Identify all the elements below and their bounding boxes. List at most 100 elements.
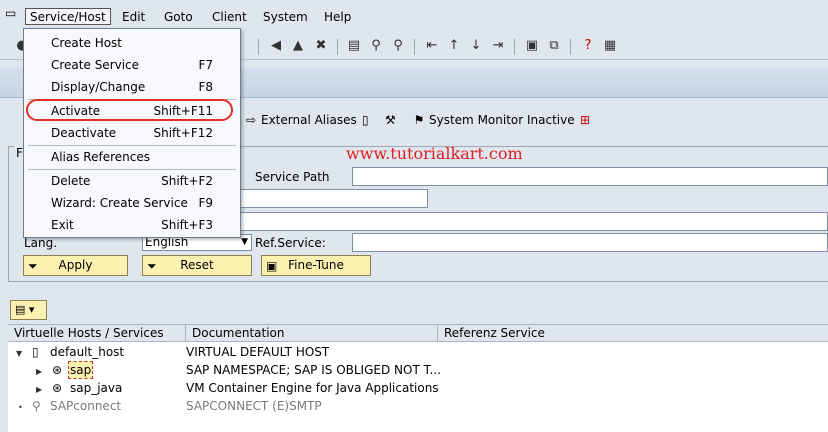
- filter-field-2[interactable]: [240, 189, 428, 208]
- menu-item-create-host[interactable]: Create Host: [24, 33, 240, 53]
- menu-item-label: Create Service: [51, 58, 140, 72]
- apply-label: Apply: [58, 258, 93, 272]
- menu-client[interactable]: Client: [210, 9, 249, 26]
- toolbar-separator: [337, 39, 338, 55]
- system-monitor-label: System Monitor Inactive: [429, 113, 575, 127]
- menu-service-host[interactable]: Service/Host: [25, 8, 111, 25]
- back-icon[interactable]: ◀: [268, 38, 284, 54]
- menu-system[interactable]: System: [261, 9, 310, 26]
- print-layout-icon: ▤ ▾: [15, 303, 35, 316]
- filter-field-3[interactable]: [240, 212, 828, 231]
- toolbar-separator: [258, 39, 259, 55]
- menu-item-display-change[interactable]: Display/Change F8: [24, 77, 240, 97]
- menu-item-label: Create Host: [51, 36, 123, 50]
- service-host-dropdown: Create Host Create Service F7 Display/Ch…: [23, 28, 241, 238]
- service-path-field[interactable]: [352, 167, 828, 186]
- menu-help[interactable]: Help: [322, 9, 353, 26]
- menu-item-shortcut: F7: [198, 58, 213, 72]
- host-name: default_host: [50, 345, 125, 359]
- ref-service-label: Ref.Service:: [255, 236, 326, 250]
- menu-item-shortcut: Shift+F3: [161, 218, 213, 232]
- tree-row[interactable]: ▶ ⊛ sap_java VM Container Engine for Jav…: [8, 379, 828, 397]
- apply-button[interactable]: ⏷ Apply: [23, 255, 128, 276]
- menu-edit[interactable]: Edit: [120, 9, 147, 26]
- host-doc: SAPCONNECT (E)SMTP: [186, 399, 322, 413]
- print-icon[interactable]: ▤: [346, 38, 362, 54]
- menu-item-delete[interactable]: Delete Shift+F2: [24, 171, 240, 191]
- system-monitor-button[interactable]: ⚑ System Monitor Inactive: [411, 111, 575, 129]
- menu-item-label: Delete: [51, 174, 91, 188]
- expand-icon[interactable]: ▶: [36, 379, 42, 397]
- service-doc: VM Container Engine for Java Application…: [186, 381, 439, 395]
- hierarchy-icon[interactable]: ⊞: [580, 111, 590, 129]
- sapconnect-icon: ⚲: [32, 399, 41, 413]
- fine-tune-label: Fine-Tune: [288, 258, 344, 272]
- layout-icon[interactable]: ▦: [602, 38, 618, 54]
- service-icon: ⊛: [52, 381, 63, 395]
- menu-separator: [28, 145, 236, 146]
- toolbar-separator: [414, 39, 415, 55]
- menu-item-wizard-create-service[interactable]: Wizard: Create Service F9: [24, 193, 240, 213]
- tree-row[interactable]: • ⚲ SAPconnect SAPCONNECT (E)SMTP: [8, 397, 828, 415]
- menu-item-exit[interactable]: Exit Shift+F3: [24, 215, 240, 235]
- column-header-hosts[interactable]: Virtuelle Hosts / Services: [8, 325, 186, 342]
- last-page-icon[interactable]: ⇥: [490, 38, 506, 54]
- find-next-icon[interactable]: ⚲: [390, 38, 406, 54]
- service-name-selected: sap: [68, 361, 94, 379]
- cancel-icon[interactable]: ✖: [313, 38, 329, 54]
- menu-item-label: Display/Change: [51, 80, 146, 94]
- toolbar-separator: [514, 39, 515, 55]
- next-page-icon[interactable]: ↓: [468, 38, 484, 54]
- first-page-icon[interactable]: ⇤: [424, 38, 440, 54]
- find-icon[interactable]: ⚲: [368, 38, 384, 54]
- document-icon[interactable]: ▯: [362, 111, 369, 129]
- reset-label: Reset: [180, 258, 214, 272]
- exit-icon[interactable]: ▲: [290, 38, 306, 54]
- external-aliases-label: External Aliases: [261, 113, 357, 127]
- menu-goto[interactable]: Goto: [162, 9, 195, 26]
- new-session-icon[interactable]: ▣: [524, 38, 540, 54]
- menu-item-shortcut: F9: [198, 196, 213, 210]
- column-header-documentation[interactable]: Documentation: [186, 325, 438, 342]
- menu-item-deactivate[interactable]: Deactivate Shift+F12: [24, 123, 240, 143]
- toolbar-separator: [570, 39, 571, 55]
- ref-service-field[interactable]: [352, 233, 828, 252]
- menu-separator: [28, 169, 236, 170]
- collapse-icon[interactable]: ▼: [16, 343, 22, 361]
- column-header-referenz[interactable]: Referenz Service: [438, 325, 828, 342]
- system-menu-icon[interactable]: ▭: [5, 6, 21, 20]
- fine-tune-button[interactable]: ▣ Fine-Tune: [261, 255, 371, 276]
- inspect-icon[interactable]: ⚒: [385, 111, 396, 129]
- activate-highlight-ring: [26, 99, 233, 121]
- menu-item-shortcut: Shift+F2: [161, 174, 213, 188]
- service-icon: ⊛: [52, 363, 63, 377]
- menu-item-shortcut: F8: [198, 80, 213, 94]
- external-aliases-button[interactable]: ⇨ External Aliases: [243, 111, 357, 129]
- shortcut-icon[interactable]: ⧉: [546, 38, 562, 54]
- service-doc: SAP NAMESPACE; SAP IS OBLIGED NOT T...: [186, 363, 441, 377]
- expand-icon[interactable]: ▶: [36, 361, 42, 379]
- menu-item-label: Deactivate: [51, 126, 117, 140]
- menu-item-label: Exit: [51, 218, 74, 232]
- bullet-icon: •: [18, 403, 23, 412]
- menu-item-label: Wizard: Create Service: [51, 196, 188, 210]
- host-icon: ▯: [32, 345, 39, 359]
- reset-button[interactable]: ⏷ Reset: [142, 255, 252, 276]
- service-path-label: Service Path: [255, 170, 330, 184]
- menu-item-shortcut: Shift+F12: [153, 126, 213, 140]
- prev-page-icon[interactable]: ↑: [446, 38, 462, 54]
- chevron-down-icon: ▼: [241, 237, 248, 247]
- help-icon[interactable]: ?: [580, 38, 596, 54]
- service-name: sap_java: [70, 381, 123, 395]
- tree-header: Virtuelle Hosts / Services Documentation…: [8, 324, 828, 342]
- tree-row[interactable]: ▶ ⊛ sap SAP NAMESPACE; SAP IS OBLIGED NO…: [8, 361, 828, 379]
- menu-item-alias-references[interactable]: Alias References: [24, 147, 240, 167]
- tree-layout-button[interactable]: ▤ ▾: [10, 300, 47, 320]
- tree-row[interactable]: ▼ ▯ default_host VIRTUAL DEFAULT HOST: [8, 343, 828, 361]
- arrow-right-icon: ⇨: [245, 113, 257, 127]
- host-name: SAPconnect: [50, 399, 122, 413]
- menu-item-label: Alias References: [51, 150, 150, 164]
- service-tree: Virtuelle Hosts / Services Documentation…: [8, 324, 828, 432]
- menu-item-create-service[interactable]: Create Service F7: [24, 55, 240, 75]
- host-doc: VIRTUAL DEFAULT HOST: [186, 345, 330, 359]
